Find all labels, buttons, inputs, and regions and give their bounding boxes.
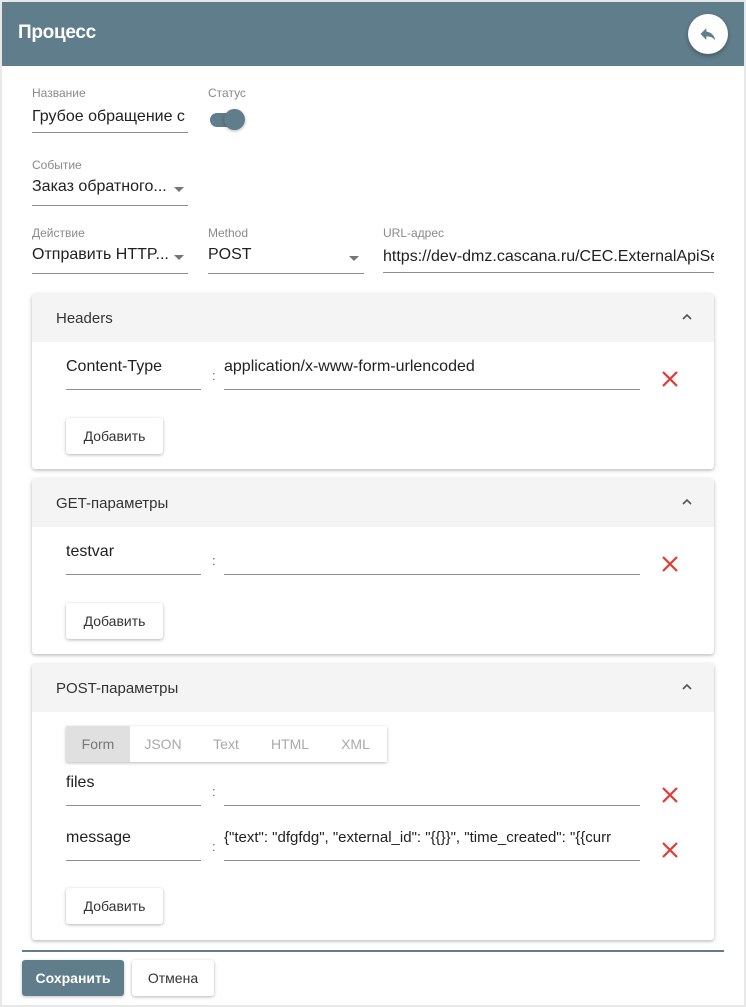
back-button[interactable]	[688, 14, 728, 54]
post-params-panel: POST-параметры Form JSON Text HTML XML f…	[32, 664, 714, 940]
post-param-value-input[interactable]	[224, 760, 640, 806]
method-select[interactable]: Method POST	[208, 226, 364, 274]
page-title: Процесс	[18, 22, 96, 43]
footer-divider	[22, 950, 724, 952]
get-param-row: testvar :	[66, 529, 714, 575]
chevron-up-icon	[682, 498, 692, 505]
get-params-panel: GET-параметры testvar : Добавить	[32, 479, 714, 654]
get-param-key-input[interactable]: testvar	[66, 529, 201, 575]
process-dialog: Процесс Название Грубое обращение с Стат…	[2, 2, 744, 1005]
chevron-up-icon	[682, 313, 692, 320]
post-params-panel-toggle[interactable]: POST-параметры	[32, 664, 714, 712]
add-post-param-button[interactable]: Добавить	[66, 888, 163, 924]
body-format-tabs: Form JSON Text HTML XML	[66, 726, 387, 762]
url-input[interactable]: https://dev-dmz.cascana.ru/CEC.ExternalA…	[383, 248, 714, 266]
add-header-button[interactable]: Добавить	[66, 418, 163, 454]
post-param-value-input[interactable]: {"text": "dfgfdg", "external_id": "{{}}"…	[224, 815, 640, 861]
post-param-row: message : {"text": "dfgfdg", "external_i…	[66, 815, 714, 861]
save-button[interactable]: Сохранить	[22, 960, 124, 996]
dropdown-caret-icon	[174, 187, 184, 192]
name-input[interactable]: Грубое обращение с	[32, 108, 188, 126]
tab-json[interactable]: JSON	[130, 726, 196, 762]
headers-panel: Headers Content-Type : application/x-www…	[32, 294, 714, 469]
add-get-param-button[interactable]: Добавить	[66, 603, 163, 639]
post-param-key-input[interactable]: files	[66, 760, 201, 806]
event-select[interactable]: Событие Заказ обратного...	[32, 158, 188, 206]
get-param-value-input[interactable]	[224, 529, 640, 575]
url-field[interactable]: URL-адрес https://dev-dmz.cascana.ru/CEC…	[383, 226, 714, 274]
delete-row-icon[interactable]	[660, 554, 680, 574]
tab-text[interactable]: Text	[196, 726, 256, 762]
header-value-input[interactable]: application/x-www-form-urlencoded	[224, 344, 640, 390]
chevron-up-icon	[682, 683, 692, 690]
get-params-panel-toggle[interactable]: GET-параметры	[32, 479, 714, 527]
reply-arrow-icon	[700, 28, 716, 41]
delete-row-icon[interactable]	[660, 369, 680, 389]
tab-xml[interactable]: XML	[324, 726, 387, 762]
header-row: Content-Type : application/x-www-form-ur…	[66, 344, 714, 390]
status-label: Статус	[208, 86, 246, 100]
app-bar: Процесс	[2, 2, 744, 66]
post-param-row: files :	[66, 760, 714, 806]
name-field[interactable]: Название Грубое обращение с	[32, 86, 188, 134]
delete-row-icon[interactable]	[660, 785, 680, 805]
status-toggle[interactable]	[208, 108, 246, 130]
post-param-key-input[interactable]: message	[66, 815, 201, 861]
action-select[interactable]: Действие Отправить HTTP...	[32, 226, 188, 274]
header-key-input[interactable]: Content-Type	[66, 344, 201, 390]
headers-panel-toggle[interactable]: Headers	[32, 294, 714, 342]
tab-form[interactable]: Form	[66, 726, 130, 762]
cancel-button[interactable]: Отмена	[132, 960, 214, 996]
delete-row-icon[interactable]	[660, 840, 680, 860]
tab-html[interactable]: HTML	[256, 726, 324, 762]
dropdown-caret-icon	[174, 255, 184, 260]
dropdown-caret-icon	[349, 256, 359, 261]
